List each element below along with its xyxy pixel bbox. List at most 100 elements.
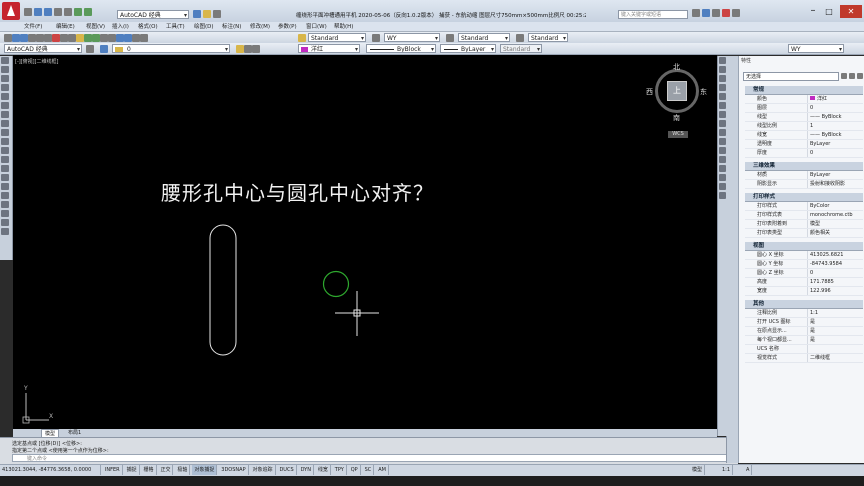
polygon-tool-icon[interactable] [1, 84, 9, 91]
menu-format[interactable]: 格式(O) [138, 22, 158, 30]
prop-row[interactable]: 打印表类型 颜色相关 [745, 229, 863, 238]
workspace-combo[interactable]: AutoCAD 经典 [117, 10, 189, 19]
prop-row[interactable]: 厚度 0 [745, 149, 863, 158]
minimize-button[interactable]: – [806, 6, 820, 18]
color-combo[interactable]: 洋红 [298, 44, 360, 53]
annotation-scale[interactable]: 1:1 [720, 465, 734, 475]
line-tool-icon[interactable] [1, 57, 9, 64]
cart-icon[interactable] [711, 9, 720, 17]
saveas-icon[interactable] [53, 8, 62, 16]
maximize-button[interactable]: □ [822, 6, 836, 18]
insert-block-tool-icon[interactable] [1, 156, 9, 163]
menu-tools[interactable]: 工具(T) [166, 22, 185, 30]
new-icon[interactable] [24, 8, 32, 16]
gradient-tool-icon[interactable] [1, 192, 9, 199]
table-style-combo[interactable]: Standard [458, 33, 510, 42]
palette-side-strip[interactable] [727, 56, 739, 463]
ellipse-tool-icon[interactable] [1, 138, 9, 145]
menu-edit[interactable]: 编辑(E) [56, 22, 75, 30]
make-block-tool-icon[interactable] [1, 165, 9, 172]
undo-icon[interactable] [73, 8, 82, 16]
autocad-logo-icon[interactable] [2, 2, 20, 20]
open-icon[interactable] [12, 34, 20, 42]
prop-row[interactable]: 打印样式表 monochrome.ctb [745, 211, 863, 220]
prop-row[interactable]: 在原点显示... 是 [745, 327, 863, 336]
prop-row[interactable]: 注释比例 1:1 [745, 309, 863, 318]
scale-tool-icon[interactable] [719, 120, 726, 127]
dropdown-icon[interactable] [212, 10, 221, 18]
prop-row[interactable]: 高度 171.7885 [745, 278, 863, 287]
otrack-toggle[interactable]: 对象追踪 [251, 465, 276, 475]
osnap-toggle[interactable]: 对象捕捉 [192, 465, 218, 475]
pan-icon[interactable] [100, 34, 108, 42]
copy-tool-icon[interactable] [719, 66, 726, 73]
polar-toggle[interactable]: 极轴 [175, 465, 191, 475]
prop-row[interactable]: 线型 —— ByBlock [745, 113, 863, 122]
ellipse-arc-tool-icon[interactable] [1, 147, 9, 154]
array-tool-icon[interactable] [719, 93, 726, 100]
layer-icon[interactable] [193, 10, 201, 18]
print-icon[interactable] [63, 8, 72, 16]
addselected-tool-icon[interactable] [1, 228, 9, 235]
lineweight-toggle[interactable]: 线宽 [316, 465, 331, 475]
save-icon[interactable] [20, 34, 28, 42]
properties-icon[interactable] [116, 34, 124, 42]
prop-row[interactable]: 打印表附着到 模型 [745, 220, 863, 229]
compass-west[interactable]: 西 [646, 87, 653, 97]
xline-tool-icon[interactable] [1, 66, 9, 73]
layer-previous-icon[interactable] [244, 45, 252, 53]
menu-dimension[interactable]: 标注(N) [222, 22, 241, 30]
prop-row[interactable]: 每个视口都显... 是 [745, 336, 863, 345]
prop-row[interactable]: 线宽 —— ByBlock [745, 131, 863, 140]
mtext-tool-icon[interactable] [1, 219, 9, 226]
spline-tool-icon[interactable] [1, 129, 9, 136]
menu-help[interactable]: 帮助(H) [334, 22, 353, 30]
prop-row[interactable]: 图层 0 [745, 104, 863, 113]
menu-insert[interactable]: 插入(I) [112, 22, 129, 30]
new-icon[interactable] [4, 34, 12, 42]
lineweight-combo[interactable]: ByLayer [440, 44, 496, 53]
trim-tool-icon[interactable] [719, 138, 726, 145]
section-view[interactable]: 视图 [745, 242, 863, 251]
lamp-icon[interactable] [202, 10, 211, 18]
app-store-icon[interactable] [721, 9, 730, 17]
prop-row[interactable]: 颜色 洋红 [745, 95, 863, 104]
polyline-tool-icon[interactable] [1, 75, 9, 82]
prop-row[interactable]: 圆心 Z 坐标 0 [745, 269, 863, 278]
circle-tool-icon[interactable] [1, 111, 9, 118]
move-tool-icon[interactable] [719, 102, 726, 109]
linetype-combo[interactable]: ByBlock [366, 44, 436, 53]
design-center-icon[interactable] [124, 34, 132, 42]
region-tool-icon[interactable] [1, 201, 9, 208]
prop-row[interactable]: 视觉样式 二维线框 [745, 354, 863, 363]
prop-row[interactable]: 材质 ByLayer [745, 171, 863, 180]
undo-icon[interactable] [84, 34, 92, 42]
point-tool-icon[interactable] [1, 174, 9, 181]
prop-row[interactable]: 打印样式 ByColor [745, 202, 863, 211]
workspace-combo-2[interactable]: AutoCAD 经典 [4, 44, 82, 53]
help-icon[interactable] [731, 9, 740, 17]
hatch-tool-icon[interactable] [1, 183, 9, 190]
tpy-toggle[interactable]: TPY [333, 465, 347, 475]
section-plot-style[interactable]: 打印样式 [745, 193, 863, 202]
extend-tool-icon[interactable] [719, 147, 726, 154]
command-input[interactable]: 键入命令 [12, 454, 732, 462]
prop-row[interactable]: 圆心 Y 坐标 -84743.9584 [745, 260, 863, 269]
search-icon[interactable] [692, 9, 700, 17]
prop-row[interactable]: 阴影显示 投射和接收阴影 [745, 180, 863, 189]
menu-modify[interactable]: 修改(M) [250, 22, 270, 30]
make-current-icon[interactable] [236, 45, 244, 53]
prop-row[interactable]: 宽度 122.996 [745, 287, 863, 296]
prop-row[interactable]: 线型比例 1 [745, 122, 863, 131]
snap-toggle[interactable]: 捕捉 [125, 465, 140, 475]
slot-hole[interactable] [209, 224, 237, 356]
ortho-toggle[interactable]: 正交 [158, 465, 174, 475]
zoom-icon[interactable] [108, 34, 116, 42]
tab-layout1[interactable]: 布局1 [65, 429, 84, 436]
grid-toggle[interactable]: 栅格 [142, 465, 157, 475]
viewcube-top-face[interactable]: 上 [667, 81, 687, 101]
matchprop-icon[interactable] [76, 34, 84, 42]
copy-icon[interactable] [60, 34, 68, 42]
sc-toggle[interactable]: SC [363, 465, 375, 475]
menu-draw[interactable]: 绘图(D) [194, 22, 214, 30]
